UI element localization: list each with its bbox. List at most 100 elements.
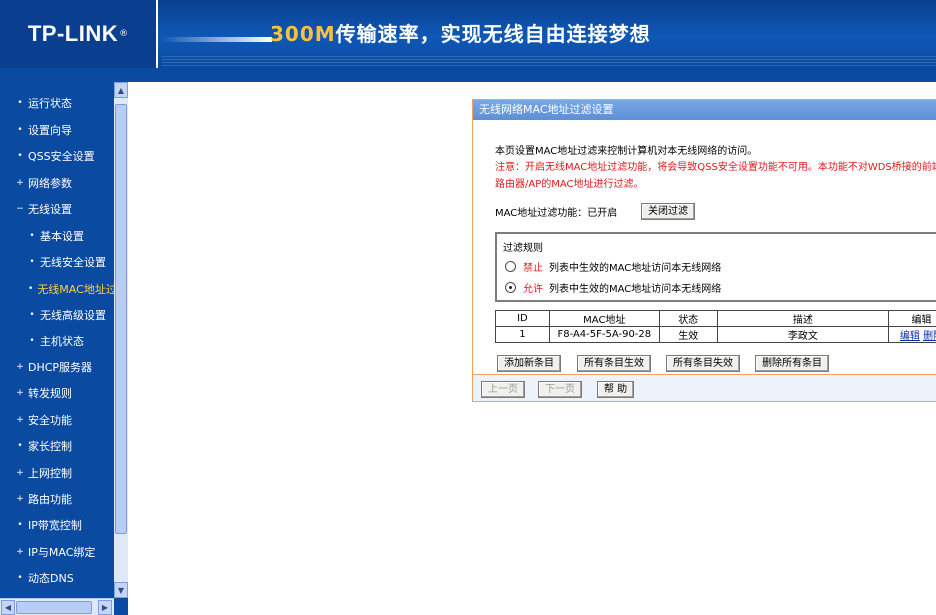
scroll-left-icon[interactable]: ◀	[1, 600, 15, 615]
sidebar-item-bandwidth[interactable]: • IP带宽控制	[0, 512, 114, 538]
scroll-right-icon[interactable]: ▶	[98, 600, 112, 615]
sidebar-item-wizard[interactable]: • 设置向导	[0, 117, 114, 143]
logo: TP-LINK ®	[0, 0, 158, 68]
bullet-icon: •	[29, 310, 35, 320]
bullet-icon: •	[17, 520, 23, 530]
disable-all-button[interactable]: 所有条目失效	[666, 355, 740, 372]
sidebar-item-label: QSS安全设置	[28, 150, 95, 163]
plus-icon: +	[16, 178, 24, 188]
rule-deny-key: 禁止	[523, 262, 543, 274]
sidebar-item-qss[interactable]: • QSS安全设置	[0, 143, 114, 169]
mac-filter-panel: 无线网络MAC地址过滤设置 本页设置MAC地址过滤来控制计算机对本无线网络的访问…	[472, 99, 936, 402]
filter-status-label: MAC地址过滤功能：	[495, 208, 588, 219]
sidebar-item-network[interactable]: + 网络参数	[0, 170, 114, 196]
bullet-icon: •	[17, 125, 23, 135]
rule-allow-option[interactable]: 允许 列表中生效的MAC地址访问本无线网络	[505, 279, 721, 295]
hscrollbar-thumb[interactable]	[16, 601, 92, 614]
sidebar-item-label: 家长控制	[28, 440, 72, 453]
sidebar-item-wireless-advanced[interactable]: • 无线高级设置	[0, 302, 114, 328]
cell-status: 生效	[658, 326, 718, 343]
sidebar-item-label: 主机状态	[40, 335, 84, 348]
sidebar-item-status[interactable]: • 运行状态	[0, 90, 114, 116]
sidebar-item-label: IP带宽控制	[28, 519, 82, 532]
plus-icon: +	[16, 547, 24, 557]
sidebar-item-wireless-mac-filter[interactable]: •无线MAC地址过滤	[0, 276, 114, 302]
scrollbar-thumb[interactable]	[115, 104, 127, 534]
minus-icon: −	[16, 204, 24, 214]
rule-allow-key: 允许	[523, 283, 543, 295]
filter-status-value: 已开启	[587, 208, 618, 219]
filter-rules-box: 过滤规则 禁止 列表中生效的MAC地址访问本无线网络 允许 列表中生效的MAC地…	[495, 232, 936, 302]
cell-id: 1	[495, 326, 550, 343]
logo-registered-mark: ®	[119, 29, 129, 39]
sidebar-item-routing[interactable]: + 路由功能	[0, 486, 114, 512]
mac-list-table: ID MAC地址 状态 描述 编辑 1 F8-A4-5F-5A-90-28 生效…	[495, 310, 936, 343]
header-light-streak	[162, 37, 272, 42]
next-page-button[interactable]: 下一页	[538, 381, 582, 398]
bullet-icon: •	[28, 284, 34, 294]
warning-text-line1: 注意：开启无线MAC地址过滤功能，将会导致QSS安全设置功能不可用。本功能不对W…	[495, 162, 936, 173]
sidebar-item-security[interactable]: + 安全功能	[0, 407, 114, 433]
plus-icon: +	[16, 362, 24, 372]
bullet-icon: •	[17, 573, 23, 583]
sidebar-item-label: 无线设置	[28, 203, 72, 216]
sidebar-item-wireless-basic[interactable]: • 基本设置	[0, 223, 114, 249]
logo-text: TP-LINK	[27, 21, 119, 46]
prev-page-button[interactable]: 上一页	[481, 381, 525, 398]
scroll-down-icon[interactable]: ▼	[114, 582, 128, 598]
sidebar-item-label: 转发规则	[28, 387, 72, 400]
help-button[interactable]: 帮 助	[597, 381, 635, 398]
scroll-up-icon[interactable]: ▲	[114, 82, 128, 98]
sidebar-item-access-control[interactable]: + 上网控制	[0, 460, 114, 486]
edit-link[interactable]: 编辑	[900, 331, 920, 342]
table-row: 1 F8-A4-5F-5A-90-28 生效 李政文 编辑 删除	[495, 326, 936, 343]
col-header-edit: 编辑	[888, 310, 936, 327]
sidebar-item-label: 无线安全设置	[40, 256, 106, 269]
sidebar-item-label: 安全功能	[28, 414, 72, 427]
plus-icon: +	[16, 468, 24, 478]
rule-allow-radio[interactable]	[505, 281, 516, 293]
sidebar-item-label: 运行状态	[28, 97, 72, 110]
enable-all-button[interactable]: 所有条目生效	[577, 355, 651, 372]
sidebar-item-dhcp[interactable]: + DHCP服务器	[0, 354, 114, 380]
col-header-desc: 描述	[716, 310, 890, 327]
sidebar-item-label: 网络参数	[28, 177, 72, 190]
bullet-icon: •	[29, 336, 35, 346]
sidebar-item-wireless-security[interactable]: • 无线安全设置	[0, 249, 114, 275]
sidebar-menu: • 运行状态 • 设置向导 • QSS安全设置 + 网络参数 − 无线设置 • 基本设置 •…	[0, 82, 128, 598]
disable-filter-button[interactable]: 关闭过滤	[641, 203, 695, 220]
slogan-accent: 300M	[270, 22, 336, 46]
add-entry-button[interactable]: 添加新条目	[497, 355, 561, 372]
table-header-row: ID MAC地址 状态 描述 编辑	[495, 310, 936, 327]
header-banner: TP-LINK ® 300M传输速率，实现无线自由连接梦想	[0, 0, 936, 68]
sidebar-item-wireless[interactable]: − 无线设置	[0, 196, 114, 222]
sidebar-item-ip-mac-binding[interactable]: + IP与MAC绑定	[0, 539, 114, 565]
rule-deny-option[interactable]: 禁止 列表中生效的MAC地址访问本无线网络	[505, 258, 721, 274]
bullet-icon: •	[29, 231, 35, 241]
sidebar-scrollbar[interactable]: ▲ ▼	[114, 82, 128, 598]
delete-all-button[interactable]: 删除所有条目	[755, 355, 829, 372]
sidebar-item-label: 动态DNS	[28, 572, 74, 585]
plus-icon: +	[16, 388, 24, 398]
sidebar-item-label: 路由功能	[28, 493, 72, 506]
header-slogan: 300M传输速率，实现无线自由连接梦想	[270, 18, 651, 47]
rule-deny-radio[interactable]	[505, 260, 516, 272]
sidebar-item-forwarding[interactable]: + 转发规则	[0, 380, 114, 406]
bullet-icon: •	[17, 441, 23, 451]
scrollbar-corner	[114, 598, 128, 615]
panel-title: 无线网络MAC地址过滤设置	[473, 100, 936, 120]
delete-link[interactable]: 删除	[923, 331, 936, 342]
sidebar-item-ddns[interactable]: • 动态DNS	[0, 565, 114, 591]
sidebar-item-label: 上网控制	[28, 467, 72, 480]
sidebar-item-parental[interactable]: • 家长控制	[0, 433, 114, 459]
sidebar-item-label: 基本设置	[40, 230, 84, 243]
sidebar-item-label: 无线高级设置	[40, 309, 106, 322]
plus-icon: +	[16, 494, 24, 504]
sidebar-hscrollbar[interactable]: ◀ ▶	[0, 598, 114, 615]
rule-deny-text: 列表中生效的MAC地址访问本无线网络	[549, 262, 722, 274]
cell-mac: F8-A4-5F-5A-90-28	[548, 326, 660, 343]
cell-desc: 李政文	[716, 326, 890, 343]
bullet-icon: •	[29, 257, 35, 267]
sidebar-item-label: 设置向导	[28, 124, 72, 137]
sidebar-item-host-status[interactable]: • 主机状态	[0, 328, 114, 354]
